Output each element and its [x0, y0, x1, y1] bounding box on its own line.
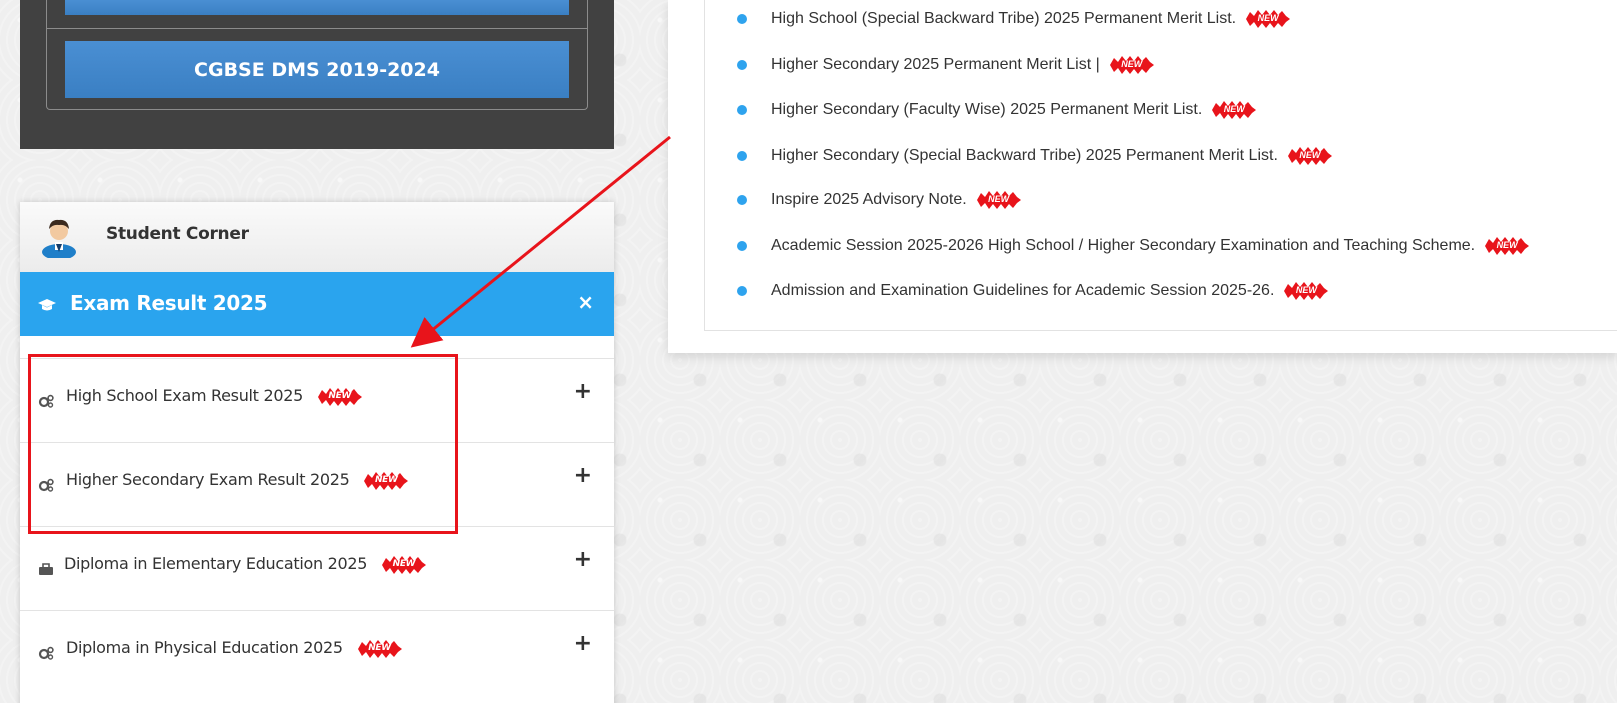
annotation-arrow	[410, 135, 671, 348]
